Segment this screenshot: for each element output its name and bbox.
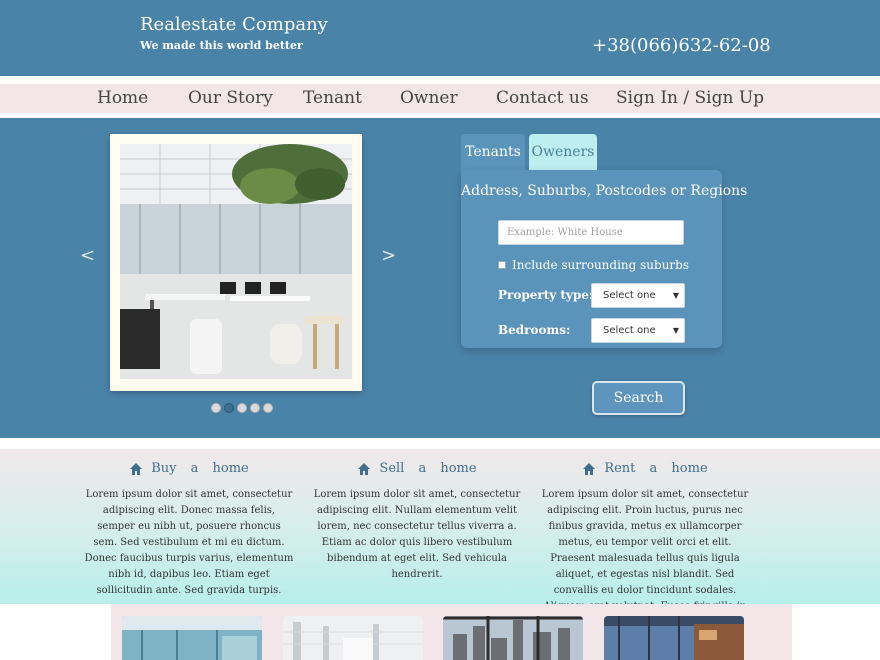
slider-next-arrow[interactable]: >: [381, 246, 396, 266]
property-type-value: Select one: [603, 290, 656, 301]
brand-tagline: We made this world better: [140, 39, 303, 52]
site-header: Realestate Company We made this world be…: [0, 0, 880, 76]
industrial-loft-image: [604, 616, 744, 660]
slider-dots: [211, 403, 273, 413]
search-button[interactable]: Search: [592, 381, 685, 415]
slider-dot[interactable]: [250, 403, 260, 413]
hero-section: < >: [0, 118, 880, 438]
home-icon: [358, 463, 371, 475]
feature-sell: Sell a home Lorem ipsum dolor sit amet, …: [312, 459, 522, 583]
feature-text-sell: Lorem ipsum dolor sit amet, consectetur …: [313, 489, 521, 580]
dropdown-caret-icon: ▼: [672, 326, 679, 335]
tab-tenants[interactable]: Tenants: [461, 134, 525, 171]
property-type-label: Property type:: [498, 288, 594, 302]
brand-name[interactable]: Realestate Company: [140, 14, 328, 36]
surrounding-suburbs-label: Include surrounding suburbs: [512, 258, 690, 272]
nav-item-sign-in[interactable]: Sign In / Sign Up: [616, 87, 764, 109]
feature-header[interactable]: Rent a home: [540, 459, 750, 479]
location-search-input[interactable]: [498, 220, 684, 245]
main-nav: Home Our Story Tenant Owner Contact us S…: [0, 84, 880, 113]
feature-title-sell[interactable]: Sell a home: [379, 460, 476, 478]
nav-item-our-story[interactable]: Our Story: [188, 87, 273, 109]
bedrooms-label: Bedrooms:: [498, 323, 571, 337]
nav-item-owner[interactable]: Owner: [400, 87, 458, 109]
surrounding-suburbs-checkbox[interactable]: [498, 261, 506, 269]
feature-buy: Buy a home Lorem ipsum dolor sit amet, c…: [84, 459, 294, 599]
bright-interior-image: [283, 616, 423, 660]
slider-frame: [110, 134, 362, 391]
office-illustration: [120, 144, 352, 379]
property-gallery: [111, 604, 792, 660]
office-photo: [120, 144, 352, 379]
feature-text-buy: Lorem ipsum dolor sit amet, consectetur …: [84, 489, 294, 596]
slider-dot-active[interactable]: [224, 403, 234, 413]
feature-title-rent[interactable]: Rent a home: [604, 460, 707, 478]
phone-number: +38(066)632-62-08: [592, 35, 771, 56]
surrounding-suburbs-option[interactable]: Include surrounding suburbs: [498, 258, 689, 272]
glass-office-image: [122, 616, 262, 660]
feature-title-buy[interactable]: Buy a home: [151, 460, 249, 478]
slider-dot[interactable]: [237, 403, 247, 413]
property-thumbnail[interactable]: [443, 616, 583, 660]
tab-owners[interactable]: Oweners: [529, 134, 597, 171]
slider-dot[interactable]: [211, 403, 221, 413]
slider-prev-arrow[interactable]: <: [80, 246, 95, 266]
city-view-image: [443, 616, 583, 660]
feature-header[interactable]: Sell a home: [312, 459, 522, 479]
bedrooms-select[interactable]: Select one ▼: [591, 318, 685, 343]
home-icon: [130, 463, 143, 475]
nav-item-tenant[interactable]: Tenant: [303, 87, 362, 109]
nav-item-contact-us[interactable]: Contact us: [496, 87, 589, 109]
dropdown-caret-icon: ▼: [672, 291, 679, 300]
home-icon: [583, 463, 596, 475]
feature-header[interactable]: Buy a home: [84, 459, 294, 479]
search-panel-title: Address, Suburbs, Postcodes or Regions: [461, 183, 748, 199]
search-panel: Address, Suburbs, Postcodes or Regions I…: [461, 170, 748, 348]
features-section: Buy a home Lorem ipsum dolor sit amet, c…: [0, 449, 880, 628]
property-thumbnail[interactable]: [283, 616, 423, 660]
property-thumbnail[interactable]: [604, 616, 744, 660]
property-type-select[interactable]: Select one ▼: [591, 283, 685, 308]
brand[interactable]: Realestate Company We made this world be…: [140, 14, 328, 54]
slider-dot[interactable]: [263, 403, 273, 413]
nav-item-home[interactable]: Home: [97, 87, 148, 109]
property-thumbnail[interactable]: [122, 616, 262, 660]
bedrooms-value: Select one: [603, 325, 656, 336]
